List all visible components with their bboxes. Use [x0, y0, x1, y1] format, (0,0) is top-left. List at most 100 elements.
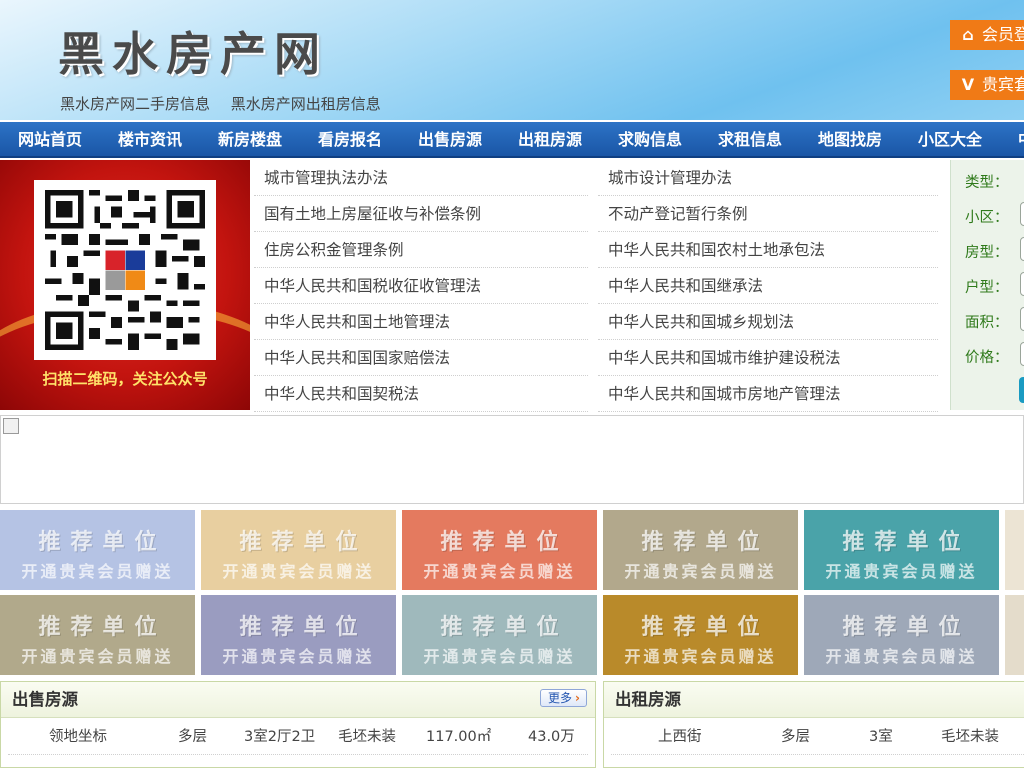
law-link[interactable]: 中华人民共和国税收征收管理法	[254, 268, 588, 304]
ad-banner-image[interactable]	[0, 415, 1024, 504]
recommend-title: 推荐单位	[38, 530, 167, 555]
search-button[interactable]	[1019, 377, 1024, 403]
recommend-title: 推荐单位	[842, 530, 971, 555]
area-select[interactable]	[1020, 307, 1024, 331]
recommend-tile[interactable]: 推荐单位开通贵宾会员赠送	[603, 510, 798, 590]
recommend-title: 推荐单位	[641, 530, 770, 555]
listing-layout: 3室2厅2卫	[244, 729, 316, 745]
nav-more[interactable]: 中	[1018, 122, 1024, 156]
listing-floor-type: 多层	[781, 729, 810, 745]
community-input[interactable]	[1020, 202, 1024, 226]
nav-for-rent[interactable]: 出租房源	[518, 122, 582, 156]
recommend-title: 推荐单位	[239, 615, 368, 640]
recommend-tile[interactable]: 推荐单位 开通贵宾会员赠送	[402, 510, 597, 590]
recommend-title: 推荐单位	[440, 530, 569, 555]
site-header: 黑水房产网 黑水房产网二手房信息 黑水房产网出租房信息 ⌂ 会员登录 V 贵宾套餐	[0, 0, 1024, 120]
recommend-tile[interactable]: 推荐单位开通贵宾会员赠送	[402, 595, 597, 675]
recommend-tile[interactable]: 推荐单位开通贵宾会员赠送	[0, 595, 195, 675]
law-link[interactable]: 不动产登记暂行条例	[598, 196, 938, 232]
recommend-subtitle: 开通贵宾会员赠送	[624, 562, 777, 581]
law-link[interactable]: 中华人民共和国城市维护建设税法	[598, 340, 938, 376]
price-select[interactable]	[1020, 342, 1024, 366]
recommend-tile[interactable]: 推荐单位开通贵宾会员赠送	[201, 510, 396, 590]
recommend-subtitle: 开通贵宾会员赠送	[21, 647, 174, 666]
room-type-select[interactable]	[1020, 237, 1024, 261]
law-link[interactable]: 住房公积金管理条例	[254, 232, 588, 268]
recommend-tile[interactable]	[1005, 595, 1024, 675]
recommend-tile[interactable]	[1005, 510, 1024, 590]
nav-news[interactable]: 楼市资讯	[118, 122, 182, 156]
nav-wanted-rent[interactable]: 求租信息	[718, 122, 782, 156]
vip-icon: V	[961, 75, 975, 94]
listing-community[interactable]: 领地坐标	[49, 719, 107, 755]
recommend-title: 推荐单位	[842, 615, 971, 640]
law-link[interactable]: 中华人民共和国契税法	[254, 376, 588, 412]
search-label-room-type: 房型：	[965, 245, 1009, 261]
member-login-button[interactable]: ⌂ 会员登录	[950, 20, 1024, 50]
law-link[interactable]: 中华人民共和国城乡规划法	[598, 304, 938, 340]
site-logo[interactable]: 黑水房产网	[58, 18, 328, 84]
law-link[interactable]: 中华人民共和国农村土地承包法	[598, 232, 938, 268]
layout-select[interactable]	[1020, 272, 1024, 296]
nav-map-search[interactable]: 地图找房	[818, 122, 882, 156]
nav-new-homes[interactable]: 新房楼盘	[218, 122, 282, 156]
table-row[interactable]: 上西街 多层 3室 毛坯未装	[611, 719, 1024, 755]
recommend-tile[interactable]: 推荐单位开通贵宾会员赠送	[804, 595, 999, 675]
qr-code-icon	[45, 190, 205, 350]
law-link[interactable]: 国有土地上房屋征收与补偿条例	[254, 196, 588, 232]
sale-more-button[interactable]: 更多	[540, 689, 587, 707]
law-link[interactable]: 中华人民共和国城市房地产管理法	[598, 376, 938, 412]
rent-box-header: 出租房源	[604, 682, 1024, 718]
nav-communities[interactable]: 小区大全	[918, 122, 982, 156]
property-search-panel: 类型： 小区： 房型： 户型： 面积： 价格：	[950, 160, 1024, 410]
search-label-layout: 户型：	[965, 280, 1009, 296]
sale-box-header: 出售房源 更多	[1, 682, 595, 718]
search-label-community: 小区：	[965, 210, 1009, 226]
search-label-price: 价格：	[965, 350, 1009, 366]
sale-listings-box: 出售房源 更多 领地坐标 多层 3室2厅2卫 毛坯未装 117.00㎡ 43.0…	[0, 681, 596, 768]
nav-wanted-buy[interactable]: 求购信息	[618, 122, 682, 156]
rent-listings-box: 出租房源 上西街 多层 3室 毛坯未装	[603, 681, 1024, 768]
listing-community[interactable]: 上西街	[658, 719, 702, 755]
recommend-title: 推荐单位	[440, 615, 569, 640]
recommend-title: 推荐单位	[641, 615, 770, 640]
nav-home[interactable]: 网站首页	[18, 122, 82, 156]
search-label-type: 类型：	[965, 175, 1009, 191]
law-link[interactable]: 城市设计管理办法	[598, 160, 938, 196]
recommend-subtitle: 开通贵宾会员赠送	[423, 647, 576, 666]
recommend-tile[interactable]: 推荐单位开通贵宾会员赠送	[804, 510, 999, 590]
recommend-subtitle: 开通贵宾会员赠送	[825, 647, 978, 666]
recommend-tile[interactable]: 推荐单位开通贵宾会员赠送	[603, 595, 798, 675]
qr-caption: 扫描二维码，关注公众号	[42, 370, 208, 388]
listing-area: 117.00㎡	[426, 729, 492, 745]
recommend-subtitle: 开通贵宾会员赠送	[825, 562, 978, 581]
law-link[interactable]: 中华人民共和国土地管理法	[254, 304, 588, 340]
main-nav: 网站首页 楼市资讯 新房楼盘 看房报名 出售房源 出租房源 求购信息 求租信息 …	[0, 122, 1024, 158]
sale-box-title: 出售房源	[12, 690, 78, 709]
recommend-title: 推荐单位	[38, 615, 167, 640]
link-rental[interactable]: 黑水房产网出租房信息	[231, 95, 381, 113]
listing-price: 43.0万	[528, 729, 575, 745]
listing-decoration: 毛坯未装	[338, 729, 396, 745]
recommend-subtitle: 开通贵宾会员赠送	[222, 562, 375, 581]
recommend-tile[interactable]: 推荐单位开通贵宾会员赠送	[0, 510, 195, 590]
vip-package-button[interactable]: V 贵宾套餐	[950, 70, 1024, 100]
link-second-hand[interactable]: 黑水房产网二手房信息	[60, 95, 210, 113]
nav-viewing-signup[interactable]: 看房报名	[318, 122, 382, 156]
table-row[interactable]: 领地坐标 多层 3室2厅2卫 毛坯未装 117.00㎡ 43.0万	[8, 719, 588, 755]
recommend-subtitle: 开通贵宾会员赠送	[624, 647, 777, 666]
recommend-tile[interactable]: 推荐单位 开通贵宾会员赠送	[201, 595, 396, 675]
rent-box-title: 出租房源	[615, 690, 681, 709]
law-link[interactable]: 中华人民共和国国家赔偿法	[254, 340, 588, 376]
law-list: 城市管理执法办法 城市设计管理办法 国有土地上房屋征收与补偿条例 不动产登记暂行…	[254, 160, 938, 412]
recommend-title: 推荐单位	[239, 530, 368, 555]
qr-banner: 扫描二维码，关注公众号	[0, 160, 250, 410]
listing-decoration: 毛坯未装	[941, 729, 999, 745]
listing-layout: 3室	[869, 729, 893, 745]
recommend-subtitle: 开通贵宾会员赠送	[21, 562, 174, 581]
header-links: 黑水房产网二手房信息 黑水房产网出租房信息	[60, 93, 397, 114]
law-link[interactable]: 中华人民共和国继承法	[598, 268, 938, 304]
nav-for-sale[interactable]: 出售房源	[418, 122, 482, 156]
law-link[interactable]: 城市管理执法办法	[254, 160, 588, 196]
listing-floor-type: 多层	[178, 729, 207, 745]
